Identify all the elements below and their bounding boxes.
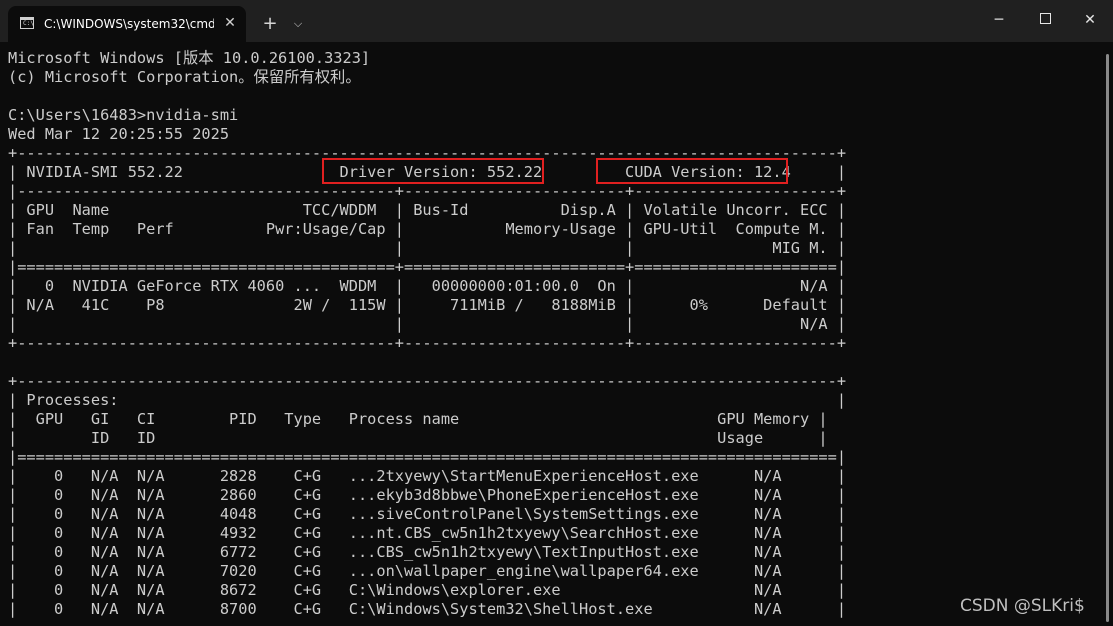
terminal-line: | GPU Name TCC/WDDM | Bus-Id Disp.A | Vo… [8, 201, 847, 219]
terminal-line: | 0 N/A N/A 8700 C+G C:\Windows\System32… [8, 600, 847, 618]
terminal-line: +---------------------------------------… [8, 334, 847, 352]
terminal-line: | 0 N/A N/A 4048 C+G ...siveControlPanel… [8, 505, 847, 523]
terminal-icon: C:\ [20, 17, 34, 29]
terminal-line: | 0 NVIDIA GeForce RTX 4060 ... WDDM | 0… [8, 277, 847, 295]
terminal-line: | ID ID Usage | [8, 429, 828, 447]
minimize-icon[interactable]: ─ [976, 0, 1022, 40]
terminal-line: | 0 N/A N/A 8672 C+G C:\Windows\explorer… [8, 581, 847, 599]
close-tab-icon[interactable]: ✕ [220, 13, 240, 33]
terminal-line: Wed Mar 12 20:25:55 2025 [8, 125, 230, 143]
terminal-line: | Processes: | [8, 391, 847, 409]
terminal-line: Microsoft Windows [版本 10.0.26100.3323] [8, 49, 371, 67]
scrollbar[interactable] [1101, 42, 1113, 626]
driver-version-highlight [322, 158, 544, 184]
watermark: CSDN @SLKri$ [960, 596, 1085, 616]
terminal-line: | 0 N/A N/A 2828 C+G ...2txyewy\StartMen… [8, 467, 847, 485]
terminal-output[interactable]: Microsoft Windows [版本 10.0.26100.3323] (c… [0, 42, 1100, 626]
terminal-line: +---------------------------------------… [8, 372, 847, 390]
terminal-line: C:\Users\16483>nvidia-smi [8, 106, 239, 124]
terminal-line: |=======================================… [8, 258, 847, 276]
title-bar: C:\ C:\WINDOWS\system32\cmd.exe ✕ + ⌵ ─ … [0, 0, 1113, 42]
tab-title: C:\WINDOWS\system32\cmd.exe [44, 17, 214, 31]
terminal-line: | Fan Temp Perf Pwr:Usage/Cap | Memory-U… [8, 220, 847, 238]
maximize-icon[interactable] [1022, 0, 1068, 40]
scrollbar-thumb[interactable] [1106, 54, 1109, 622]
terminal-lines: Microsoft Windows [版本 10.0.26100.3323] (c… [8, 49, 846, 619]
terminal-line: | 0 N/A N/A 7020 C+G ...on\wallpaper_eng… [8, 562, 847, 580]
terminal-line: (c) Microsoft Corporation。保留所有权利。 [8, 68, 361, 86]
terminal-line: |---------------------------------------… [8, 182, 847, 200]
cuda-version-highlight [596, 158, 788, 184]
terminal-line: |=======================================… [8, 448, 847, 466]
terminal-line: | 0 N/A N/A 2860 C+G ...ekyb3d8bbwe\Phon… [8, 486, 847, 504]
terminal-line: | | | N/A | [8, 315, 847, 333]
tab-cmd[interactable]: C:\ C:\WINDOWS\system32\cmd.exe ✕ [8, 6, 246, 42]
terminal-line: | 0 N/A N/A 4932 C+G ...nt.CBS_cw5n1h2tx… [8, 524, 847, 542]
close-window-icon[interactable]: ✕ [1067, 0, 1113, 40]
terminal-line: | N/A 41C P8 2W / 115W | 711MiB / 8188Mi… [8, 296, 847, 314]
terminal-line: | 0 N/A N/A 6772 C+G ...CBS_cw5n1h2txyew… [8, 543, 847, 561]
chevron-down-icon[interactable]: ⌵ [288, 12, 308, 36]
terminal-line: | GPU GI CI PID Type Process name GPU Me… [8, 410, 828, 428]
terminal-line: | | | MIG M. | [8, 239, 847, 257]
new-tab-icon[interactable]: + [258, 12, 282, 36]
